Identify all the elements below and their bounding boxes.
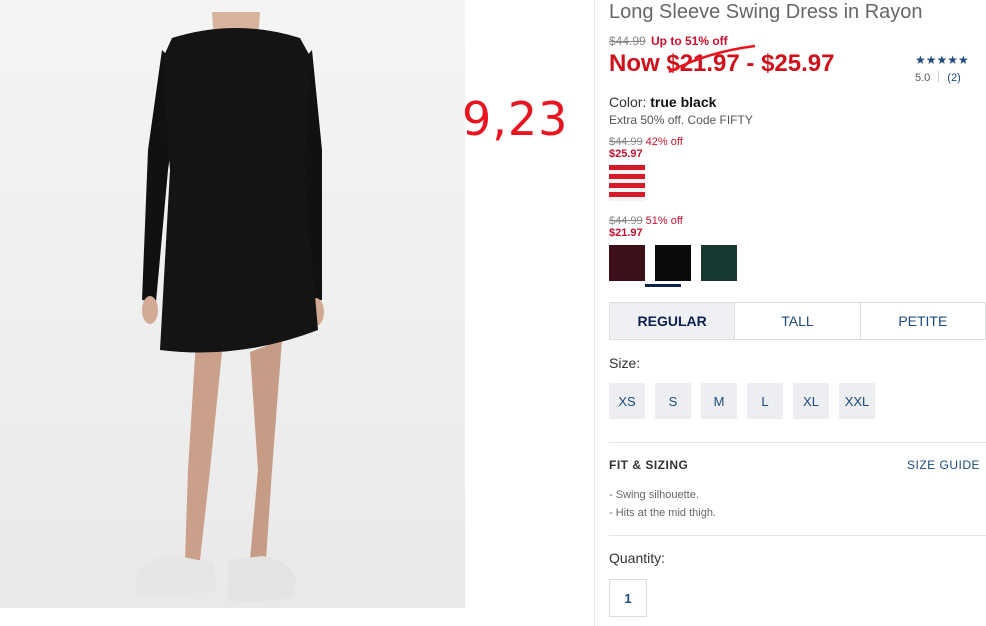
swatch-red-stripe[interactable]	[609, 165, 645, 201]
size-xl-button[interactable]: XL	[793, 383, 829, 419]
review-count-link[interactable]: (2)	[947, 72, 960, 84]
size-label: Size:	[609, 355, 641, 371]
list-item: - Swing silhouette.	[609, 489, 699, 501]
swatch-black[interactable]	[655, 245, 691, 281]
promo-text: Extra 50% off. Code FIFTY	[609, 113, 753, 127]
color-value: true black	[650, 94, 717, 110]
swatch-burgundy[interactable]	[609, 245, 645, 281]
quantity-label: Quantity:	[609, 550, 666, 566]
rating-score: 5.0	[915, 72, 931, 84]
size-l-button[interactable]: L	[747, 383, 783, 419]
product-title: Long Sleeve Swing Dress in Rayon	[609, 1, 923, 23]
rating-divider	[938, 71, 940, 82]
column-divider	[594, 0, 595, 626]
color-label: Color:	[609, 94, 647, 110]
group-original-price: $44.99	[609, 215, 643, 227]
size-xs-button[interactable]: XS	[609, 383, 645, 419]
divider	[609, 535, 986, 536]
model-wearing-dress-image	[135, 12, 324, 602]
star-rating-icon: ★★★★★	[915, 53, 969, 67]
product-photo[interactable]	[0, 0, 465, 608]
size-s-button[interactable]: S	[655, 383, 691, 419]
group-original-price: $44.99	[609, 136, 643, 148]
size-m-button[interactable]: M	[701, 383, 737, 419]
fit-sizing-heading: FIT & SIZING	[609, 458, 689, 472]
size-guide-link[interactable]: SIZE GUIDE	[907, 458, 980, 472]
selected-color: Color: true black	[609, 94, 716, 110]
divider	[609, 442, 986, 443]
handwritten-annotation: 9,23	[462, 92, 569, 146]
selected-swatch-indicator	[645, 284, 681, 287]
price-group-1: $44.99 42% off $25.97	[609, 136, 683, 160]
swatch-dark-green[interactable]	[701, 245, 737, 281]
tab-petite[interactable]: PETITE	[859, 303, 985, 339]
group-sale-price: $21.97	[609, 227, 643, 239]
quantity-input[interactable]: 1	[609, 579, 647, 617]
tab-regular[interactable]: REGULAR	[610, 303, 735, 339]
group-discount: 51% off	[645, 215, 683, 227]
now-label: Now	[609, 50, 660, 77]
group-sale-price: $25.97	[609, 148, 643, 160]
red-strikethrough-mark	[668, 44, 756, 74]
group-discount: 42% off	[645, 136, 683, 148]
fit-tabs: REGULAR TALL PETITE	[609, 302, 986, 340]
list-item: - Hits at the mid thigh.	[609, 507, 716, 519]
size-xxl-button[interactable]: XXL	[839, 383, 875, 419]
product-page: 9,23 Long Sleeve Swing Dress in Rayon $4…	[0, 0, 986, 626]
tab-tall[interactable]: TALL	[734, 303, 859, 339]
size-selector: XS S M L XL XXL	[609, 383, 875, 419]
product-rating[interactable]: ★★★★★ 5.0 (2)	[915, 53, 969, 84]
fit-details-list: - Swing silhouette. - Hits at the mid th…	[609, 486, 716, 522]
now-price-high: $25.97	[761, 50, 835, 77]
original-price: $44.99	[609, 34, 646, 48]
price-group-2: $44.99 51% off $21.97	[609, 215, 683, 239]
